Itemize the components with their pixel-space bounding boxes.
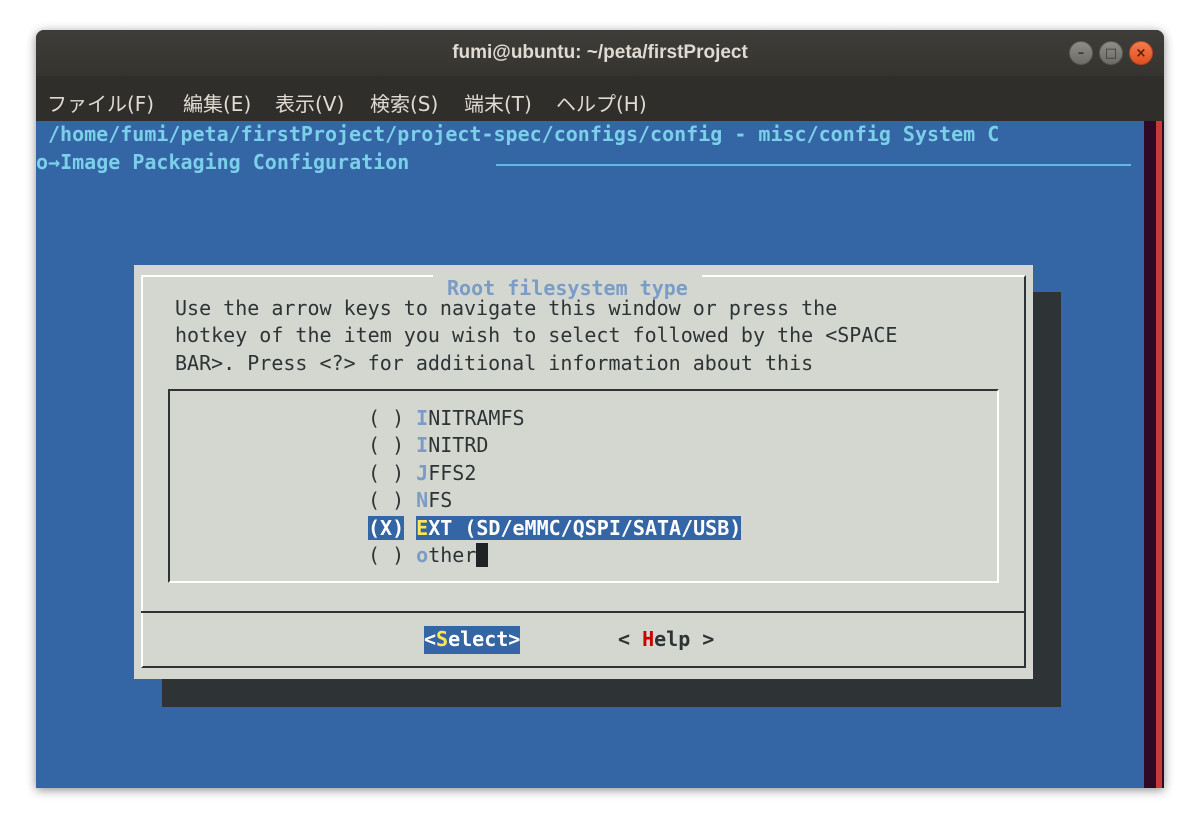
menu-help[interactable]: ヘルプ(H)	[556, 88, 647, 117]
option-other[interactable]: ( ) other	[368, 542, 489, 570]
help-button-bracket: <	[618, 627, 643, 651]
close-button[interactable]: ×	[1129, 41, 1153, 65]
option-hotkey: N	[416, 488, 429, 512]
select-button-bracket: <	[424, 627, 437, 651]
maximize-button[interactable]: □	[1099, 41, 1123, 65]
radio-indicator-selected[interactable]: (X)	[368, 516, 405, 540]
option-hotkey: I	[416, 406, 429, 430]
scrollbar-thumb[interactable]	[1156, 121, 1162, 788]
option-label: NITRD	[428, 433, 489, 457]
option-list	[168, 389, 999, 583]
menu-view[interactable]: 表示(V)	[275, 88, 344, 117]
breadcrumb: o→Image Packaging Configuration	[36, 150, 410, 174]
terminal-window: fumi@ubuntu: ~/peta/firstProject – □ × フ…	[36, 30, 1164, 788]
option-hotkey: I	[416, 433, 429, 457]
button-separator	[141, 611, 1026, 613]
maximize-icon: □	[1104, 45, 1118, 61]
radiolist-dialog: Root filesystem type Use the arrow keys …	[134, 265, 1033, 679]
help-button[interactable]: < Help >	[618, 626, 714, 654]
option-nfs[interactable]: ( ) NFS	[368, 487, 452, 515]
option-label: NITRAMFS	[428, 406, 525, 430]
select-button-label: elect>	[448, 627, 521, 651]
help-button-label: elp >	[654, 627, 715, 651]
menu-file[interactable]: ファイル(F)	[47, 88, 154, 117]
menu-bar: ファイル(F) 編集(E) 表示(V) 検索(S) 端末(T) ヘルプ(H)	[36, 76, 1164, 121]
scrollbar[interactable]	[1144, 121, 1164, 788]
option-ext[interactable]: (X) EXT (SD/eMMC/QSPI/SATA/USB)	[368, 515, 742, 543]
option-label: ther	[428, 543, 477, 567]
help-hotkey: H	[642, 627, 655, 651]
terminal-area[interactable]: /home/fumi/peta/firstProject/project-spe…	[36, 121, 1144, 788]
option-hotkey: J	[416, 461, 429, 485]
menu-terminal[interactable]: 端末(T)	[464, 88, 532, 117]
select-hotkey: S	[436, 627, 449, 651]
minimize-icon: –	[1077, 45, 1085, 61]
option-initrd[interactable]: ( ) INITRD	[368, 432, 488, 460]
text-cursor	[476, 543, 489, 567]
radio-indicator[interactable]: ( )	[368, 461, 404, 485]
title-divider	[496, 164, 1131, 166]
config-path-line: /home/fumi/peta/firstProject/project-spe…	[48, 122, 1000, 146]
option-label: FFS2	[428, 461, 477, 485]
title-bar[interactable]: fumi@ubuntu: ~/peta/firstProject – □ ×	[36, 30, 1164, 76]
radio-indicator[interactable]: ( )	[368, 406, 404, 430]
option-hotkey: E	[416, 516, 429, 540]
menu-edit[interactable]: 編集(E)	[183, 88, 251, 117]
radio-indicator[interactable]: ( )	[368, 488, 404, 512]
radio-indicator[interactable]: ( )	[368, 433, 404, 457]
help-text-line: Use the arrow keys to navigate this wind…	[175, 296, 838, 320]
minimize-button[interactable]: –	[1069, 41, 1093, 65]
menu-search[interactable]: 検索(S)	[370, 88, 438, 117]
window-title: fumi@ubuntu: ~/peta/firstProject	[452, 42, 748, 63]
option-label: FS	[428, 488, 453, 512]
option-hotkey: o	[416, 543, 429, 567]
help-text-line: BAR>. Press <?> for additional informati…	[175, 351, 814, 375]
option-jffs2[interactable]: ( ) JFFS2	[368, 460, 476, 488]
help-text-line: hotkey of the item you wish to select fo…	[175, 323, 898, 347]
option-label: XT (SD/eMMC/QSPI/SATA/USB)	[428, 516, 742, 540]
option-initramfs[interactable]: ( ) INITRAMFS	[368, 405, 525, 433]
select-button[interactable]: <Select>	[424, 626, 521, 654]
close-icon: ×	[1135, 45, 1147, 61]
radio-indicator[interactable]: ( )	[368, 543, 404, 567]
